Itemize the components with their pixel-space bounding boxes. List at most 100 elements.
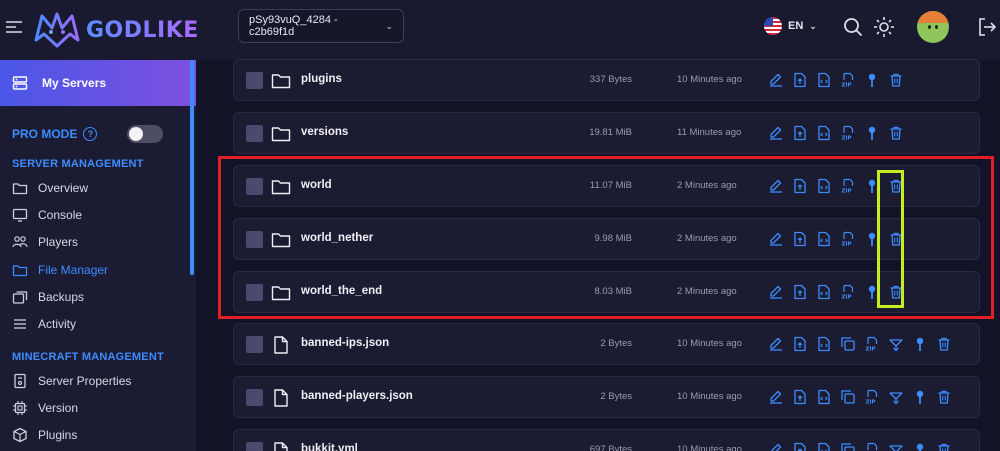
row-actions: ZIP [764, 334, 956, 354]
sidebar-item-label: Backups [38, 289, 85, 304]
row-actions: ZIP [764, 123, 908, 143]
zip-icon[interactable]: ZIP [836, 70, 860, 90]
my-servers-label: My Servers [42, 76, 107, 90]
upload-icon[interactable] [788, 70, 812, 90]
server-icon [12, 76, 28, 90]
code-file-icon[interactable] [812, 387, 836, 407]
file-icon [274, 336, 288, 354]
search-icon[interactable] [842, 16, 864, 38]
monitor-icon [12, 209, 28, 222]
sidebar-item-label: Plugins [38, 428, 78, 443]
sidebar-item-activity[interactable]: Activity [12, 312, 188, 336]
row-checkbox[interactable] [246, 336, 263, 353]
code-file-icon[interactable] [812, 440, 836, 451]
trash-icon[interactable] [884, 123, 908, 143]
rename-icon[interactable] [764, 70, 788, 90]
folder-icon [12, 183, 28, 195]
file-size: 2 Bytes [600, 391, 632, 402]
pin-icon[interactable] [908, 334, 932, 354]
avatar[interactable] [917, 11, 949, 43]
zip-icon[interactable]: ZIP [860, 440, 884, 451]
row-checkbox[interactable] [246, 389, 263, 406]
sidebar-item-label: Version [38, 401, 79, 416]
file-modified: 10 Minutes ago [677, 444, 742, 451]
trash-icon[interactable] [932, 334, 956, 354]
pin-icon[interactable] [860, 123, 884, 143]
pin-icon[interactable] [908, 387, 932, 407]
chevron-down-icon: ⌄ [385, 20, 393, 31]
trash-icon[interactable] [932, 387, 956, 407]
sidebar-item-label: Server Properties [38, 374, 132, 388]
file-row[interactable]: plugins 337 Bytes 10 Minutes ago ZIP [233, 59, 980, 101]
copy-icon[interactable] [836, 387, 860, 407]
my-servers-button[interactable]: My Servers [0, 60, 196, 106]
row-checkbox[interactable] [246, 125, 263, 142]
extract-icon[interactable] [884, 440, 908, 451]
rename-icon[interactable] [764, 334, 788, 354]
code-file-icon[interactable] [812, 334, 836, 354]
upload-icon[interactable] [788, 440, 812, 451]
row-checkbox[interactable] [246, 72, 263, 89]
server-select[interactable]: pSy93vuQ_4284 - c2b69f1d ⌄ [238, 9, 404, 43]
minecraft-management-title: MINECRAFT MANAGEMENT [12, 351, 164, 363]
file-name[interactable]: banned-ips.json [301, 337, 389, 349]
file-icon [274, 442, 288, 451]
extract-icon[interactable] [884, 334, 908, 354]
rename-icon[interactable] [764, 123, 788, 143]
file-name[interactable]: versions [301, 126, 348, 138]
pin-icon[interactable] [860, 70, 884, 90]
zip-icon[interactable]: ZIP [836, 123, 860, 143]
logout-icon[interactable] [976, 16, 998, 38]
folder-icon [271, 127, 291, 142]
file-row[interactable]: bukkit.yml 697 Bytes 10 Minutes ago ZIP [233, 429, 980, 451]
rename-icon[interactable] [764, 440, 788, 451]
sidebar-item-server-properties[interactable]: Server Properties [12, 369, 188, 393]
file-row[interactable]: versions 19.81 MiB 11 Minutes ago ZIP [233, 112, 980, 154]
sidebar-item-label: Players [38, 235, 79, 250]
row-actions: ZIP [764, 387, 956, 407]
trash-icon[interactable] [884, 70, 908, 90]
sidebar-item-players[interactable]: Players [12, 230, 188, 254]
row-checkbox[interactable] [246, 442, 263, 451]
file-name[interactable]: banned-players.json [301, 390, 413, 402]
sidebar-item-overview[interactable]: Overview [12, 176, 188, 200]
upload-icon[interactable] [788, 387, 812, 407]
file-row[interactable]: banned-ips.json 2 Bytes 10 Minutes ago ZIP [233, 323, 980, 365]
zip-icon[interactable]: ZIP [860, 387, 884, 407]
svg-text:ZIP: ZIP [866, 400, 876, 406]
rename-icon[interactable] [764, 387, 788, 407]
pin-icon[interactable] [908, 440, 932, 451]
users-icon [12, 236, 28, 248]
pro-mode-toggle[interactable] [127, 125, 163, 143]
trash-icon[interactable] [932, 440, 956, 451]
file-modified: 10 Minutes ago [677, 338, 742, 349]
file-name[interactable]: plugins [301, 73, 342, 85]
extract-icon[interactable] [884, 387, 908, 407]
logo[interactable]: GODLIKE [32, 8, 199, 52]
us-flag-icon [764, 17, 782, 35]
zip-icon[interactable]: ZIP [860, 334, 884, 354]
row-actions: ZIP [764, 70, 908, 90]
upload-icon[interactable] [788, 334, 812, 354]
highlight-box-green [877, 170, 904, 308]
folder-icon [271, 74, 291, 89]
svg-text:ZIP: ZIP [842, 83, 852, 89]
sidebar-scrollbar[interactable] [190, 60, 194, 275]
sun-icon[interactable] [873, 16, 895, 38]
copy-icon[interactable] [836, 334, 860, 354]
chip-icon [13, 401, 27, 416]
sidebar-item-console[interactable]: Console [12, 203, 188, 227]
upload-icon[interactable] [788, 123, 812, 143]
code-file-icon[interactable] [812, 70, 836, 90]
menu-icon[interactable] [4, 17, 24, 37]
sidebar-item-plugins[interactable]: Plugins [12, 423, 188, 447]
copy-icon[interactable] [836, 440, 860, 451]
language-select[interactable]: EN ⌄ [764, 17, 817, 35]
help-icon[interactable]: ? [83, 127, 98, 141]
sidebar-item-backups[interactable]: Backups [12, 285, 188, 309]
code-file-icon[interactable] [812, 123, 836, 143]
file-row[interactable]: banned-players.json 2 Bytes 10 Minutes ago… [233, 376, 980, 418]
file-name[interactable]: bukkit.yml [301, 443, 358, 451]
sidebar-item-version[interactable]: Version [12, 396, 188, 420]
sidebar-item-file-manager[interactable]: File Manager [12, 258, 188, 282]
